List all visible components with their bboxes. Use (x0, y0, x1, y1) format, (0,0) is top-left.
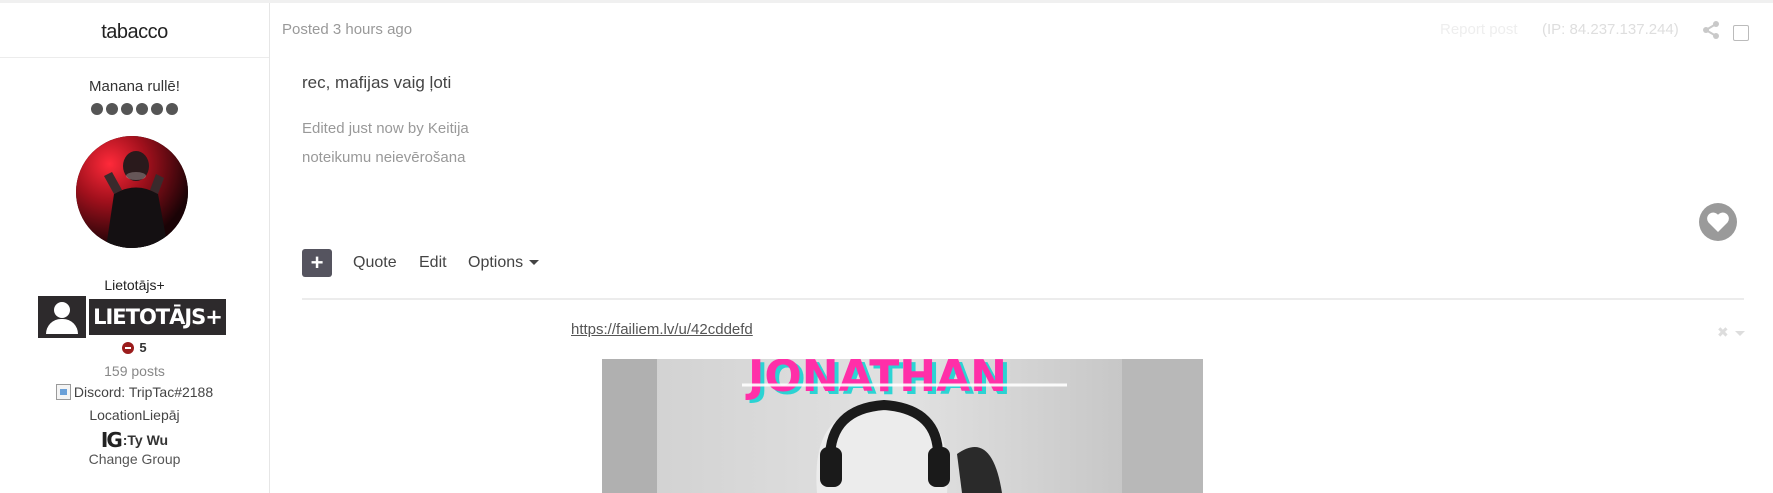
options-menu[interactable]: Options (468, 254, 540, 272)
post-timestamp[interactable]: Posted 3 hours ago (282, 21, 412, 38)
instagram-logo: IG (100, 428, 123, 452)
close-icon: ✖ (1717, 324, 1729, 340)
rank-pip (121, 103, 133, 115)
multiquote-add-button[interactable]: + (302, 249, 332, 277)
user-silhouette-icon (38, 296, 89, 338)
signature-divider (302, 298, 1744, 300)
broken-image-icon (55, 384, 71, 400)
group-badge: LIETOTĀJS+ (38, 296, 226, 338)
avatar[interactable] (76, 136, 188, 248)
like-button[interactable] (1699, 203, 1737, 241)
rank-pip (91, 103, 103, 115)
divider (0, 57, 269, 58)
signature-menu[interactable]: ✖ (1717, 324, 1745, 341)
signature-caption: JONATHAN (745, 359, 1007, 402)
change-group-link[interactable]: Change Group (0, 451, 269, 467)
author-sidebar: tabacco Manana rullē! Lietotājs+ LIETOTĀ (0, 3, 270, 493)
edit-reason: noteikumu neievērošana (302, 149, 466, 166)
reputation-value: 5 (139, 340, 147, 355)
rank-pips (0, 103, 269, 115)
post-count: 159 posts (104, 363, 165, 379)
group-label: Lietotājs+ (104, 277, 165, 293)
location-field: LocationLiepāj (89, 407, 180, 423)
options-label: Options (468, 254, 524, 271)
quote-button[interactable]: Quote (353, 254, 397, 272)
signature-link[interactable]: https://failiem.lv/u/42cddefd (571, 321, 753, 338)
avatar-photo (76, 136, 188, 248)
author-name[interactable]: tabacco (0, 21, 269, 44)
instagram-handle: :Ty Wu (122, 432, 169, 448)
report-post-link[interactable]: Report post (1440, 21, 1518, 38)
edited-notice: Edited just now by Keitija (302, 120, 469, 137)
minus-circle-icon (122, 341, 135, 354)
signature-image: JONATHAN JONATHAN (602, 359, 1203, 493)
heart-icon (1707, 212, 1729, 232)
group-badge-text: LIETOTĀJS+ (89, 296, 226, 338)
ip-address[interactable]: (IP: 84.237.137.244) (1542, 21, 1679, 38)
rank-pip (106, 103, 118, 115)
select-post-checkbox[interactable] (1733, 25, 1749, 41)
member-title: Manana rullē! (89, 78, 180, 95)
instagram-field: IG :Ty Wu (0, 428, 269, 452)
chevron-down-icon (529, 260, 540, 266)
rank-pip (136, 103, 148, 115)
edit-button[interactable]: Edit (419, 254, 447, 272)
share-icon[interactable] (1701, 20, 1721, 40)
post-body: rec, mafijas vaig ļoti (302, 73, 452, 92)
rank-pip (166, 103, 178, 115)
discord-text: Discord: TripTac#2188 (73, 384, 214, 400)
chevron-down-icon (1734, 330, 1745, 336)
discord-field: Discord: TripTac#2188 (0, 384, 269, 400)
reputation[interactable]: 5 (0, 340, 269, 355)
rank-pip (151, 103, 163, 115)
